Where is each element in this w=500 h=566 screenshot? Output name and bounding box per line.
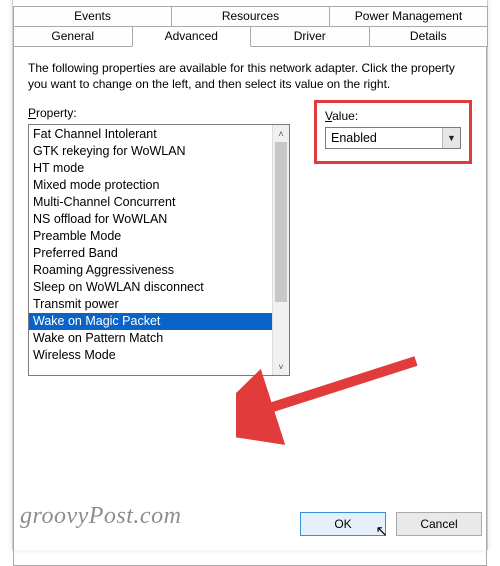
list-item[interactable]: Roaming Aggressiveness [29,262,289,279]
ok-button[interactable]: OK [300,512,386,536]
list-item[interactable]: GTK rekeying for WoWLAN [29,143,289,160]
tab-advanced[interactable]: Advanced [132,26,252,47]
scrollbar[interactable]: ˄ ˅ [272,125,289,375]
property-label: Property: [28,106,290,120]
value-dropdown-text: Enabled [326,131,442,145]
list-item[interactable]: Preferred Band [29,245,289,262]
list-item[interactable]: Mixed mode protection [29,177,289,194]
tab-events[interactable]: Events [13,6,172,27]
list-item[interactable]: Wake on Pattern Match [29,330,289,347]
cancel-button[interactable]: Cancel [396,512,482,536]
scroll-thumb[interactable] [275,142,287,302]
list-item[interactable]: HT mode [29,160,289,177]
tab-panel-advanced: The following properties are available f… [13,46,487,566]
tab-details[interactable]: Details [369,26,489,47]
value-label: Value: [325,109,461,123]
tab-resources[interactable]: Resources [171,6,330,27]
value-dropdown[interactable]: Enabled ▼ [325,127,461,149]
scroll-up-icon[interactable]: ˄ [273,125,289,142]
list-item[interactable]: Preamble Mode [29,228,289,245]
chevron-down-icon[interactable]: ▼ [442,128,460,148]
list-item[interactable]: Sleep on WoWLAN disconnect [29,279,289,296]
list-item[interactable]: Wireless Mode [29,347,289,364]
tab-power-management[interactable]: Power Management [329,6,488,27]
list-item[interactable]: Fat Channel Intolerant [29,126,289,143]
scroll-track[interactable] [273,142,289,358]
property-listbox[interactable]: Fat Channel IntolerantGTK rekeying for W… [28,124,290,376]
list-item[interactable]: Multi-Channel Concurrent [29,194,289,211]
tab-strip: Events Resources Power Management Genera… [13,0,487,47]
dialog-button-row: OK Cancel [300,512,482,536]
value-highlight-box: Value: Enabled ▼ [314,100,472,164]
tab-general[interactable]: General [13,26,133,47]
intro-text: The following properties are available f… [28,60,472,92]
scroll-down-icon[interactable]: ˅ [273,358,289,375]
list-item[interactable]: Transmit power [29,296,289,313]
list-item[interactable]: NS offload for WoWLAN [29,211,289,228]
tab-driver[interactable]: Driver [250,26,370,47]
device-properties-dialog: Events Resources Power Management Genera… [12,0,488,550]
list-item[interactable]: Wake on Magic Packet [29,313,289,330]
